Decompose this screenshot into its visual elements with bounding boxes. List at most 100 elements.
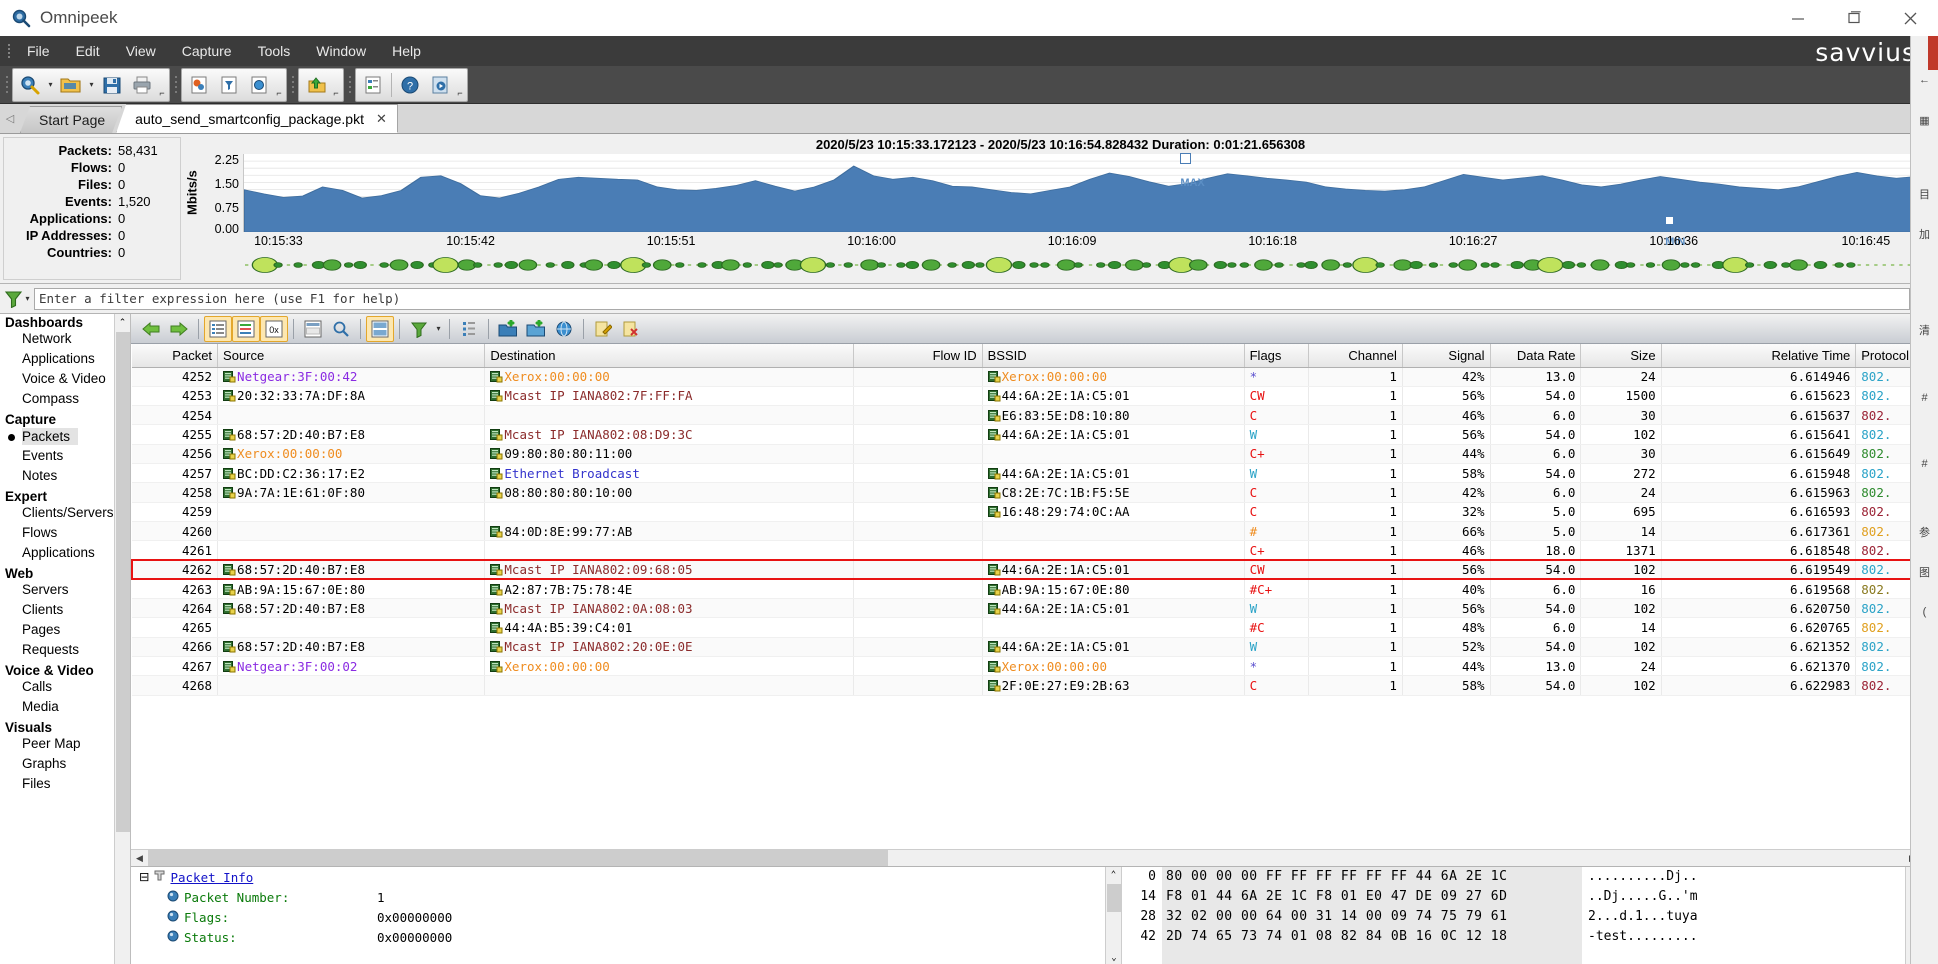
sidebar-item-requests[interactable]: Requests — [0, 642, 130, 662]
table-row[interactable]: 4268 2F:0E:27:E9:2B:63 C 1 58% 54.0 102 6.62298… — [132, 675, 1921, 696]
scroll-left-icon[interactable]: ◀ — [131, 850, 148, 866]
table-row[interactable]: 4254 E6:83:5E:D8:10:80 C 1 46% 6.0 30 6.615637 8… — [132, 405, 1921, 426]
table-row[interactable]: 4260 84:0D:8E:99:77:AB #1 66% 5.0 14 6.617361 8… — [132, 521, 1921, 542]
menu-item-tools[interactable]: Tools — [245, 40, 304, 62]
decode-root-label[interactable]: Packet Info — [170, 870, 253, 885]
sidebar-item-voice-video[interactable]: Voice & Video — [0, 371, 130, 391]
save-icon[interactable] — [97, 70, 127, 100]
table-row[interactable]: 4261 C+ 1 46% 18.0 1371 6.618548 802. — [132, 540, 1921, 561]
toolbar-grip-icon[interactable] — [2, 72, 11, 98]
sidebar-item-compass[interactable]: Compass — [0, 391, 130, 411]
column-header-signal[interactable]: Signal — [1402, 344, 1491, 368]
search-icon[interactable] — [327, 316, 355, 342]
decode-scroll-thumb[interactable] — [1107, 884, 1121, 912]
rail-item-icon[interactable]: # — [1911, 444, 1938, 484]
table-row[interactable]: 4257 BC:DD:C2:36:17:E2 Ethernet Broadcast 4… — [132, 463, 1921, 484]
column-header-size[interactable]: Size — [1580, 344, 1662, 368]
column-header-data-rate[interactable]: Data Rate — [1490, 344, 1582, 368]
print-icon[interactable] — [127, 70, 157, 100]
packet-list[interactable]: Packet Source Destination Flow ID BSSID Flags… — [131, 344, 1921, 849]
column-header-flags[interactable]: Flags — [1244, 344, 1309, 368]
table-row[interactable]: 4253 20:32:33:7A:DF:8A Mcast IP IANA802:7F… — [132, 386, 1921, 407]
close-icon[interactable]: ✕ — [376, 111, 387, 127]
sidebar-item-media[interactable]: Media — [0, 699, 130, 719]
arrow-right-icon[interactable] — [165, 316, 193, 342]
chevron-down-icon[interactable]: ▾ — [433, 314, 444, 344]
decode-field-row[interactable]: Status: 0x00000000 — [131, 927, 1121, 947]
sidebar-item-pages[interactable]: Pages — [0, 622, 130, 642]
decode-scrollbar[interactable]: ⌃ ⌄ — [1105, 867, 1121, 964]
scroll-down-icon[interactable]: ⌄ — [1106, 950, 1121, 964]
close-icon[interactable] — [1882, 0, 1938, 36]
table-row[interactable]: 4263 AB:9A:15:67:0E:80 A2:87:7B:75:78:4E AB… — [132, 579, 1921, 600]
notes-icon[interactable] — [589, 316, 617, 342]
tab-start-page[interactable]: Start Page — [20, 106, 122, 133]
arrow-left-icon[interactable] — [137, 316, 165, 342]
scroll-up-icon[interactable]: ⌃ — [1106, 867, 1121, 883]
sidebar-item-servers[interactable]: Servers — [0, 582, 130, 602]
grid-view-icon[interactable] — [299, 316, 327, 342]
rail-grid-icon[interactable]: ▦ — [1911, 100, 1938, 140]
table-row[interactable]: 4265 44:4A:B5:39:C4:01 #C 1 48% 6.0 14 6.620765… — [132, 617, 1921, 638]
rail-item-icon[interactable]: 加 — [1911, 214, 1938, 254]
sidebar-item-network[interactable]: Network — [0, 331, 130, 351]
add-node-icon[interactable] — [494, 316, 522, 342]
column-header-destination[interactable]: Destination — [484, 344, 855, 368]
menu-item-capture[interactable]: Capture — [169, 40, 245, 62]
sidebar-item-packets[interactable]: Packets — [0, 428, 130, 448]
list-view-icon[interactable] — [204, 315, 232, 342]
decode-pane[interactable]: ⊟ Packet Info Packet Number: 1 Flags: 0x000… — [131, 867, 1121, 964]
toolbar-grip-icon[interactable] — [171, 72, 180, 98]
menu-grip-icon[interactable] — [4, 42, 14, 60]
area-chart[interactable]: MAX MIN — [243, 153, 1916, 248]
folder-icon[interactable] — [56, 70, 86, 100]
filter-input[interactable]: Enter a filter expression here (use F1 f… — [34, 287, 1910, 310]
minimize-icon[interactable] — [1770, 0, 1826, 36]
split-pane-icon[interactable] — [366, 315, 394, 342]
table-row[interactable]: 4264 68:57:2D:40:B7:E8 Mcast IP IANA802:0A… — [132, 598, 1921, 619]
globe-icon[interactable] — [244, 70, 274, 100]
sidebar-item-clients[interactable]: Clients — [0, 602, 130, 622]
column-header-relative-time[interactable]: Relative Time — [1661, 344, 1857, 368]
toolbar-grip-icon[interactable] — [288, 72, 297, 98]
menu-item-edit[interactable]: Edit — [63, 40, 113, 62]
sidebar-item-events[interactable]: Events — [0, 448, 130, 468]
rail-item-icon[interactable]: 参 — [1911, 512, 1938, 552]
chevron-down-icon[interactable]: ▾ — [86, 70, 97, 100]
packet-table-header[interactable]: Packet Source Destination Flow ID BSSID Flags… — [132, 344, 1921, 368]
table-row[interactable]: 4256 Xerox:00:00:00 09:80:80:80:11:00 C+ 1 44… — [132, 444, 1921, 464]
table-row[interactable]: 4252 Netgear:3F:00:42 Xerox:00:00:00 Xerox:… — [132, 367, 1921, 387]
rail-item-icon[interactable]: 清 — [1911, 310, 1938, 350]
filter-icon[interactable] — [214, 70, 244, 100]
capture-icon[interactable] — [15, 70, 45, 100]
column-header-source[interactable]: Source — [217, 344, 486, 368]
table-row[interactable]: 4267 Netgear:3F:00:02 Xerox:00:00:00 Xerox:… — [132, 656, 1921, 677]
sidebar-item-applications[interactable]: Applications — [0, 545, 130, 565]
column-header-flow-id[interactable]: Flow ID — [853, 344, 983, 368]
packet-list-hscrollbar[interactable]: ◀ ▶ — [131, 849, 1921, 866]
table-row[interactable]: 4262 68:57:2D:40:B7:E8 Mcast IP IANA802:09… — [131, 558, 1921, 581]
toolbar-overflow-icon[interactable]: ⌐ — [157, 70, 167, 100]
menu-item-window[interactable]: Window — [303, 40, 379, 62]
toolbar-grip-icon[interactable] — [345, 72, 354, 98]
toolbar-overflow-icon[interactable]: ⌐ — [331, 70, 341, 100]
filter-icon[interactable]: ▾ — [0, 289, 34, 308]
scroll-up-icon[interactable]: ⌃ — [115, 314, 130, 330]
decode-view-icon[interactable] — [232, 315, 260, 342]
sidebar-item-clients-servers[interactable]: Clients/Servers — [0, 505, 130, 525]
columns-icon[interactable] — [455, 316, 483, 342]
rail-item-icon[interactable]: ( — [1911, 592, 1938, 632]
chevron-down-icon[interactable]: ▾ — [45, 70, 56, 100]
tab-capture-file[interactable]: auto_send_smartconfig_package.pkt ✕ — [116, 104, 398, 133]
maximize-icon[interactable] — [1826, 0, 1882, 36]
info-icon[interactable] — [425, 70, 455, 100]
settings-icon[interactable] — [358, 70, 388, 100]
toolbar-overflow-icon[interactable]: ⌐ — [274, 70, 284, 100]
rail-item-icon[interactable]: # — [1911, 378, 1938, 418]
add-node-2-icon[interactable] — [522, 316, 550, 342]
upload-icon[interactable] — [301, 70, 331, 100]
menu-item-file[interactable]: File — [14, 40, 63, 62]
rail-item-icon[interactable]: 图 — [1911, 552, 1938, 592]
filter-icon[interactable] — [405, 316, 433, 342]
decode-root-row[interactable]: ⊟ Packet Info — [131, 867, 1121, 887]
